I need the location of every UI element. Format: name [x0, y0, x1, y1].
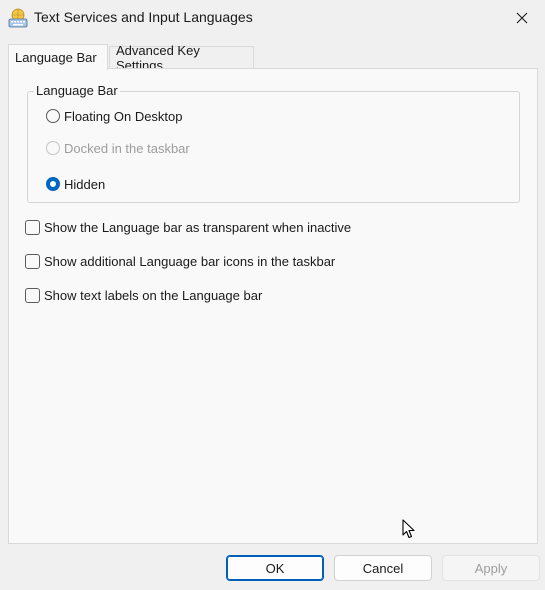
window-title: Text Services and Input Languages	[34, 9, 253, 25]
tab-language-bar[interactable]: Language Bar	[8, 44, 108, 70]
mouse-cursor-icon	[402, 519, 415, 539]
radio-button[interactable]	[46, 177, 60, 191]
checkbox-label: Show text labels on the Language bar	[44, 287, 263, 303]
close-icon	[516, 12, 528, 24]
radio-label: Hidden	[64, 176, 106, 192]
close-button[interactable]	[499, 0, 545, 36]
title-bar: Text Services and Input Languages	[0, 0, 545, 36]
checkbox-additional-icons[interactable]: Show additional Language bar icons in th…	[25, 251, 335, 271]
group-legend: Language Bar	[34, 83, 120, 98]
ok-button[interactable]: OK	[226, 555, 324, 581]
tab-advanced-key-settings[interactable]: Advanced Key Settings	[109, 43, 254, 73]
checkbox-transparent-when-inactive[interactable]: Show the Language bar as transparent whe…	[25, 217, 351, 237]
radio-button	[46, 141, 60, 155]
radio-floating-on-desktop[interactable]: Floating On Desktop	[46, 106, 183, 126]
checkbox[interactable]	[25, 287, 40, 303]
radio-docked-in-taskbar: Docked in the taskbar	[46, 138, 190, 158]
checkbox-label: Show the Language bar as transparent whe…	[44, 219, 352, 235]
checkbox-text-labels[interactable]: Show text labels on the Language bar	[25, 285, 262, 305]
apply-button: Apply	[442, 555, 540, 581]
checkbox[interactable]	[25, 253, 40, 269]
radio-label: Docked in the taskbar	[64, 140, 190, 156]
tab-label: Language Bar	[15, 50, 97, 65]
keyboard-globe-icon	[8, 8, 28, 28]
checkbox-label: Show additional Language bar icons in th…	[44, 253, 336, 269]
language-bar-group: Language Bar Floating On Desktop Docked …	[27, 83, 520, 203]
tab-panel: Language Bar Floating On Desktop Docked …	[8, 68, 538, 544]
radio-button[interactable]	[46, 109, 60, 123]
checkbox[interactable]	[25, 219, 40, 235]
radio-hidden[interactable]: Hidden	[46, 174, 105, 194]
radio-label: Floating On Desktop	[64, 108, 183, 124]
cancel-button[interactable]: Cancel	[334, 555, 432, 581]
